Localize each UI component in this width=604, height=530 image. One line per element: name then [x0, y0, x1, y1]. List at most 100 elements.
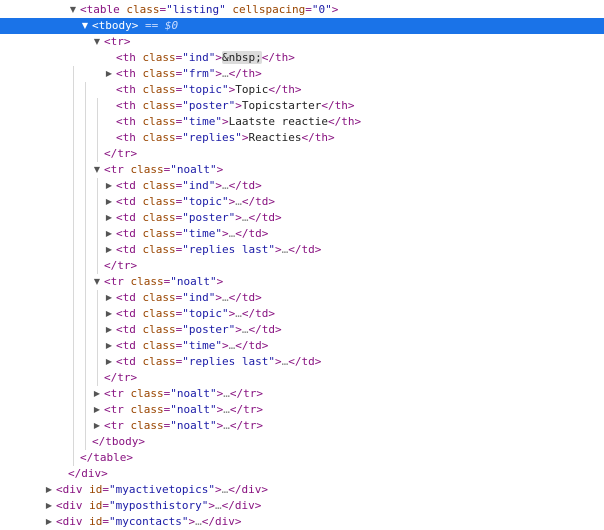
- dom-node-row[interactable]: ▶ <td class="poster">…</td>: [0, 210, 604, 226]
- node-markup: <th class="ind">&nbsp;</th>: [116, 50, 295, 66]
- collapsed-ellipsis: …: [222, 179, 229, 192]
- tag-token: >: [331, 3, 339, 16]
- dom-node-row[interactable]: </tr>: [0, 370, 604, 386]
- elements-tree[interactable]: ▼ <table class="listing" cellspacing="0">…: [0, 0, 604, 528]
- attr-value: "replies last": [182, 243, 275, 256]
- collapse-triangle-icon[interactable]: ▶: [104, 194, 114, 210]
- dom-node-row[interactable]: ▶ <div id="mycontacts">…</div>: [0, 514, 604, 530]
- tag-token: <td: [116, 211, 136, 224]
- dom-node-row[interactable]: ▶ <tr class="noalt">…</tr>: [0, 402, 604, 418]
- tag-token: >: [222, 115, 229, 128]
- collapsed-ellipsis: …: [223, 419, 230, 432]
- expand-triangle-icon[interactable]: ▼: [92, 274, 102, 290]
- dom-node-row[interactable]: ▶ <td class="ind">…</td>: [0, 178, 604, 194]
- collapse-triangle-icon[interactable]: ▶: [104, 290, 114, 306]
- tag-token: </tbody>: [92, 435, 145, 448]
- expand-triangle-icon[interactable]: ▼: [92, 34, 102, 50]
- attr-value: "noalt": [170, 419, 217, 432]
- expand-triangle-icon[interactable]: ▼: [92, 162, 102, 178]
- dom-node-row[interactable]: </tr>: [0, 146, 604, 162]
- dom-node-row[interactable]: <th class="topic">Topic</th>: [0, 82, 604, 98]
- selected-node-row[interactable]: ▼ <tbody> == $0: [0, 18, 604, 34]
- collapse-triangle-icon[interactable]: ▶: [92, 402, 102, 418]
- node-markup: <td class="replies last">…</td>: [116, 354, 321, 370]
- dom-node-row[interactable]: ▼ <table class="listing" cellspacing="0">: [0, 2, 604, 18]
- attr-value: "noalt": [170, 163, 217, 176]
- dom-node-row[interactable]: </tr>: [0, 258, 604, 274]
- attr-name: cellspacing: [232, 3, 306, 16]
- collapse-triangle-icon[interactable]: ▶: [104, 226, 114, 242]
- collapse-triangle-icon[interactable]: ▶: [104, 322, 114, 338]
- dom-node-row[interactable]: <th class="replies">Reacties</th>: [0, 130, 604, 146]
- collapse-triangle-icon[interactable]: ▶: [104, 178, 114, 194]
- collapse-triangle-icon[interactable]: ▶: [92, 418, 102, 434]
- collapse-triangle-icon[interactable]: ▶: [104, 338, 114, 354]
- dom-node-row[interactable]: ▶ <div id="myposthistory">…</div>: [0, 498, 604, 514]
- collapse-triangle-icon[interactable]: ▶: [104, 242, 114, 258]
- dom-node-row[interactable]: ▶ <div id="myactivetopics">…</div>: [0, 482, 604, 498]
- tag-token: =: [102, 499, 109, 512]
- tag-token: <tr: [104, 403, 124, 416]
- collapse-triangle-icon[interactable]: ▶: [44, 482, 54, 498]
- dom-node-row[interactable]: ▶ <td class="time">…</td>: [0, 338, 604, 354]
- tag-token: >: [222, 227, 229, 240]
- node-markup: </table>: [80, 450, 133, 466]
- dom-node-row[interactable]: ▶ <td class="ind">…</td>: [0, 290, 604, 306]
- dom-node-row[interactable]: ▶ <tr class="noalt">…</tr>: [0, 418, 604, 434]
- expand-triangle-icon[interactable]: ▼: [68, 2, 78, 18]
- tag-token: >: [235, 323, 242, 336]
- dom-node-row[interactable]: </div>: [0, 466, 604, 482]
- dom-node-row[interactable]: ▼ <tr class="noalt">: [0, 274, 604, 290]
- expand-triangle-icon[interactable]: ▼: [80, 18, 90, 34]
- dom-node-row[interactable]: <th class="ind">&nbsp;</th>: [0, 50, 604, 66]
- dom-node-row[interactable]: ▶ <td class="poster">…</td>: [0, 322, 604, 338]
- tag-token: </td>: [235, 227, 269, 240]
- collapse-triangle-icon[interactable]: ▶: [104, 66, 114, 82]
- node-markup: <th class="time">Laatste reactie</th>: [116, 114, 361, 130]
- collapse-triangle-icon[interactable]: ▶: [92, 386, 102, 402]
- tag-token: <tr: [104, 419, 124, 432]
- dom-node-row[interactable]: ▶ <td class="topic">…</td>: [0, 306, 604, 322]
- collapsed-ellipsis: …: [222, 67, 229, 80]
- dom-node-row[interactable]: ▶ <td class="topic">…</td>: [0, 194, 604, 210]
- attr-name: class: [142, 307, 176, 320]
- tag-token: <tr: [104, 275, 124, 288]
- collapse-triangle-icon[interactable]: ▶: [104, 306, 114, 322]
- dom-node-row[interactable]: ▶ <td class="replies last">…</td>: [0, 354, 604, 370]
- tag-token: =: [305, 3, 312, 16]
- dom-node-row[interactable]: ▶ <td class="time">…</td>: [0, 226, 604, 242]
- dom-node-row[interactable]: ▶ <tr class="noalt">…</tr>: [0, 386, 604, 402]
- collapsed-ellipsis: …: [214, 499, 222, 512]
- tag-token: <td: [116, 307, 136, 320]
- dom-node-row[interactable]: <th class="poster">Topicstarter</th>: [0, 98, 604, 114]
- collapsed-ellipsis: …: [222, 291, 229, 304]
- collapse-triangle-icon[interactable]: ▶: [104, 210, 114, 226]
- attr-value: "noalt": [170, 275, 217, 288]
- dom-node-row[interactable]: <th class="time">Laatste reactie</th>: [0, 114, 604, 130]
- dom-node-row[interactable]: ▼ <tr>: [0, 34, 604, 50]
- dom-node-row[interactable]: ▼ <tr class="noalt">: [0, 162, 604, 178]
- dom-node-row[interactable]: </tbody>: [0, 434, 604, 450]
- collapse-triangle-icon[interactable]: ▶: [44, 498, 54, 514]
- dom-node-row[interactable]: </table>: [0, 450, 604, 466]
- dom-node-row[interactable]: ▶ <th class="frm">…</th>: [0, 66, 604, 82]
- collapse-triangle-icon[interactable]: ▶: [104, 354, 114, 370]
- text-token: Topic: [235, 83, 269, 96]
- node-markup: <th class="frm">…</th>: [116, 66, 262, 82]
- tag-token: <th: [116, 83, 136, 96]
- collapse-triangle-icon[interactable]: ▶: [44, 514, 54, 530]
- tag-token: <td: [116, 195, 136, 208]
- attr-name: class: [130, 275, 164, 288]
- text-token: Topicstarter: [241, 99, 322, 112]
- node-markup: </tr>: [104, 146, 137, 162]
- dom-node-row[interactable]: ▶ <td class="replies last">…</td>: [0, 242, 604, 258]
- tag-token: >: [215, 179, 222, 192]
- tag-token: <td: [116, 243, 136, 256]
- attr-value: "ind": [182, 291, 216, 304]
